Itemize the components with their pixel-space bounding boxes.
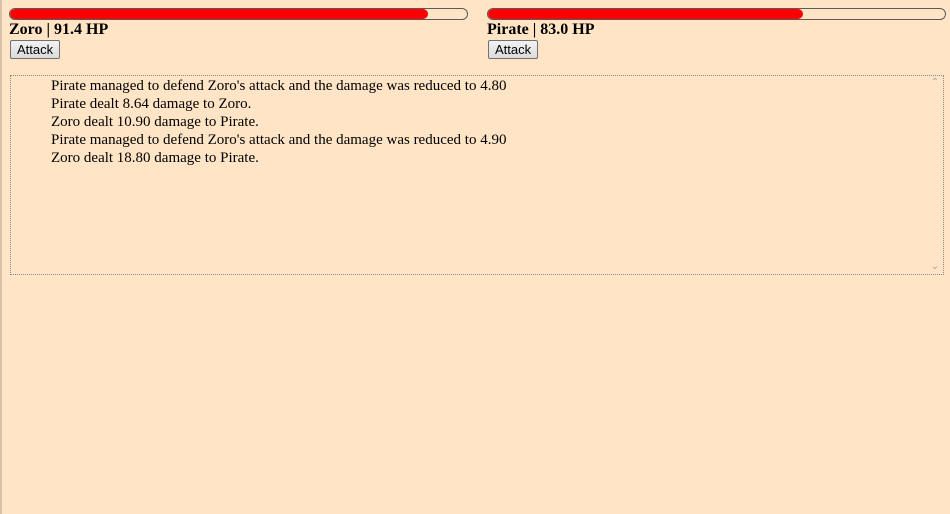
log-line: Zoro dealt 10.90 damage to Pirate.	[51, 114, 259, 130]
log-line: Pirate managed to defend Zoro's attack a…	[51, 78, 507, 94]
hp-fill-zoro	[10, 9, 428, 19]
player-panel-zoro: Zoro | 91.4 HP Attack	[9, 8, 468, 59]
chevron-down-icon[interactable]: ⌄	[927, 260, 943, 274]
battle-log-lines: Pirate managed to defend Zoro's attack a…	[51, 77, 506, 167]
hp-bar-pirate	[487, 8, 946, 20]
log-line: Pirate managed to defend Zoro's attack a…	[51, 132, 507, 148]
separator: |	[46, 21, 51, 38]
battle-log[interactable]: Pirate managed to defend Zoro's attack a…	[10, 75, 944, 275]
separator: |	[532, 21, 537, 38]
player-status-pirate: Pirate | 83.0 HP	[487, 21, 946, 39]
player-panel-pirate: Pirate | 83.0 HP Attack	[487, 8, 946, 59]
attack-button-pirate[interactable]: Attack	[488, 40, 539, 59]
log-line: Pirate dealt 8.64 damage to Zoro.	[51, 96, 252, 112]
hp-readout: 91.4 HP	[54, 21, 109, 38]
hp-fill-pirate	[488, 9, 804, 19]
hp-bar-zoro	[9, 8, 468, 20]
chevron-up-icon[interactable]: ⌃	[927, 76, 943, 90]
attack-button-zoro[interactable]: Attack	[10, 40, 61, 59]
log-line: Zoro dealt 18.80 damage to Pirate.	[51, 150, 259, 166]
player-name: Zoro	[9, 21, 43, 38]
window-edge	[0, 0, 2, 514]
hp-readout: 83.0 HP	[540, 21, 595, 38]
log-scrollbar[interactable]: ⌃ ⌄	[927, 76, 943, 274]
player-name: Pirate	[487, 21, 529, 38]
player-status-zoro: Zoro | 91.4 HP	[9, 21, 468, 39]
